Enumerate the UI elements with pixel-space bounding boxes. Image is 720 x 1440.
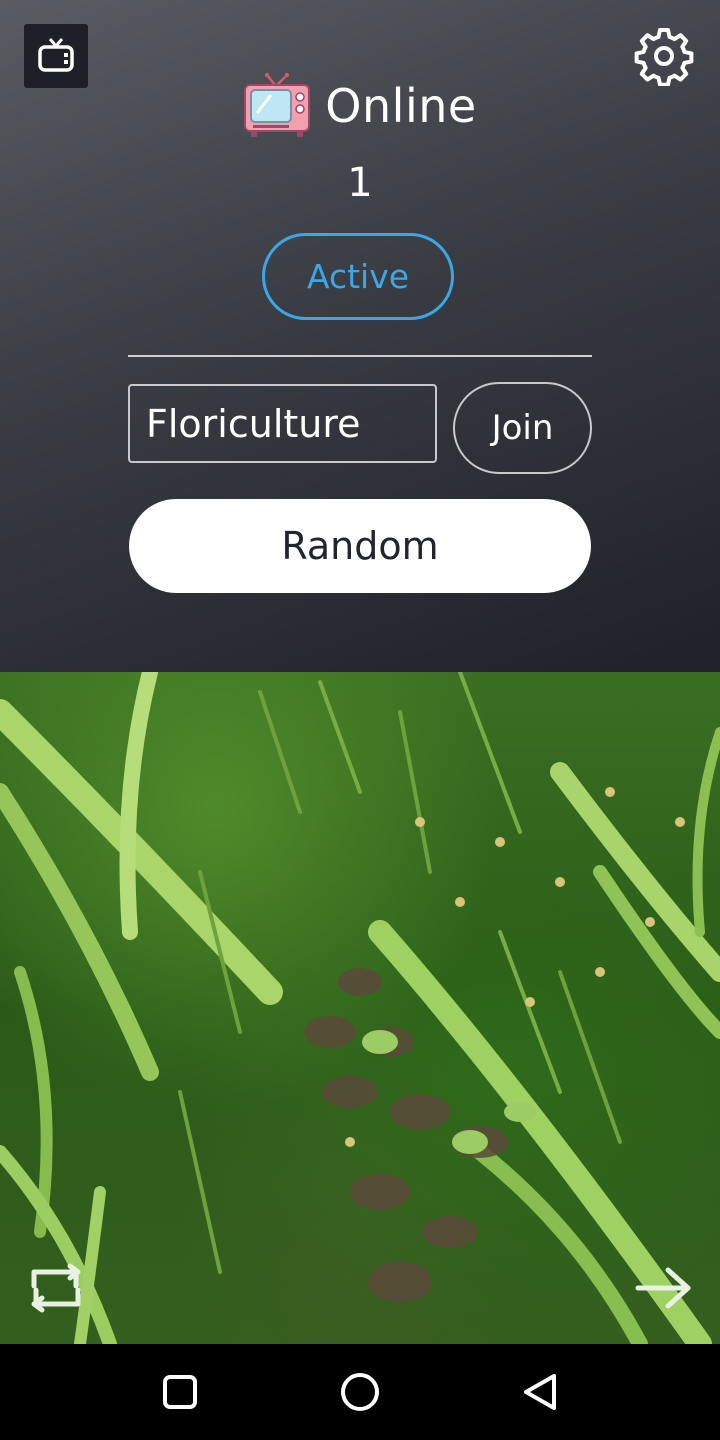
control-panel: Online 1 Active Join Random <box>0 0 720 672</box>
active-status-button[interactable]: Active <box>262 233 454 320</box>
join-button[interactable]: Join <box>453 382 592 474</box>
system-navigation-bar <box>0 1344 720 1440</box>
room-name-input[interactable] <box>128 384 437 463</box>
arrow-right-icon[interactable] <box>632 1262 696 1314</box>
camera-preview <box>0 672 720 1344</box>
random-button[interactable]: Random <box>129 499 591 593</box>
rotate-camera-icon[interactable] <box>20 1256 92 1320</box>
grass-scene <box>0 672 720 1344</box>
square-icon[interactable] <box>152 1364 208 1420</box>
page-title: Online <box>325 79 477 133</box>
title-row: Online <box>0 66 720 146</box>
circle-icon[interactable] <box>332 1364 388 1420</box>
divider <box>128 355 592 357</box>
online-count: 1 <box>347 160 373 206</box>
triangle-back-icon[interactable] <box>512 1364 568 1420</box>
television-emoji <box>244 73 311 137</box>
